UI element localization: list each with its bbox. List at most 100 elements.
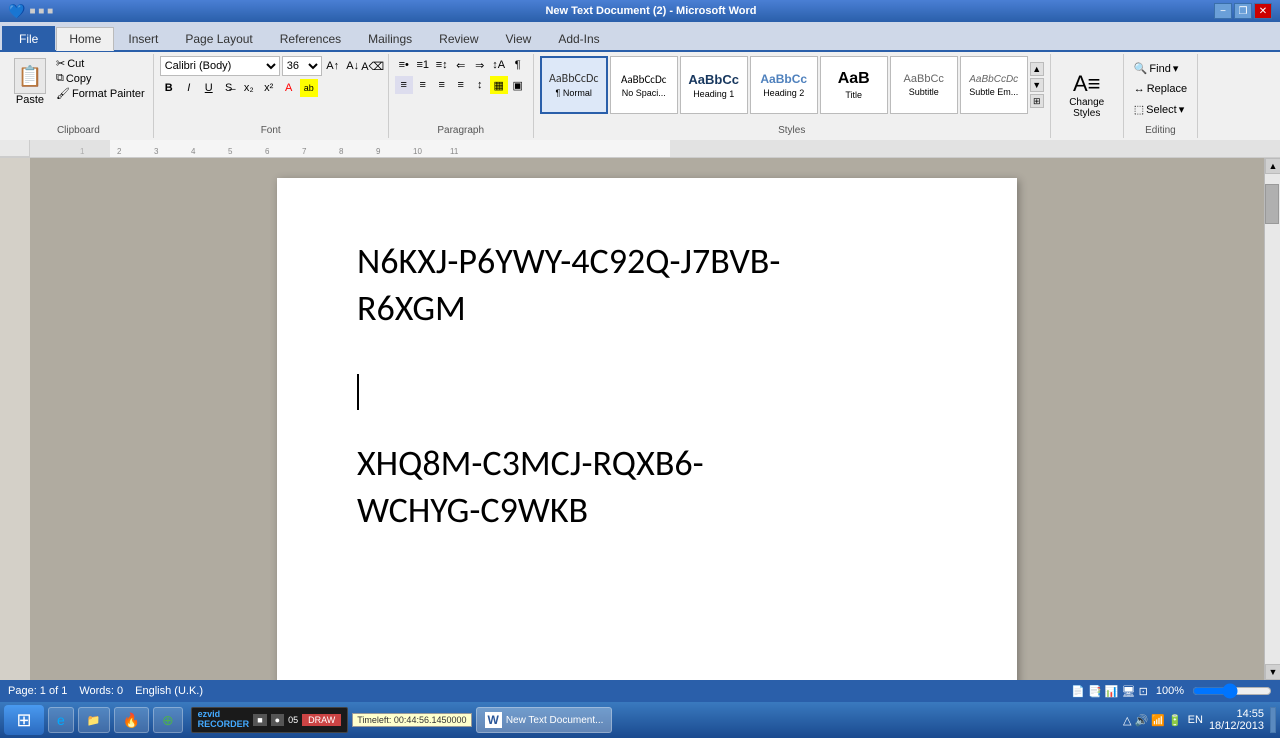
paste-button[interactable]: 📋 Paste	[10, 56, 50, 108]
style-subtle-em-button[interactable]: AaBbCcDc Subtle Em...	[960, 56, 1028, 114]
scroll-down-arrow[interactable]: ▼	[1265, 664, 1280, 680]
ezvid-tooltip: Timeleft: 00:44:56.1450000	[352, 713, 471, 727]
clock: 14:55 18/12/2013	[1209, 708, 1264, 732]
editing-group: 🔍 Find ▾ ↔ Replace ⬚ Select ▾ Editing	[1124, 54, 1198, 138]
minimize-button[interactable]: −	[1214, 3, 1232, 19]
restore-button[interactable]: ❐	[1234, 3, 1252, 19]
decrease-indent-button[interactable]: ⇐	[452, 56, 470, 74]
vertical-scrollbar[interactable]: ▲ ▼	[1264, 158, 1280, 680]
font-label: Font	[261, 125, 281, 136]
document-page[interactable]: N6KXJ-P6YWY-4C92Q-J7BVB- R6XGM XHQ8M-C3M…	[277, 178, 1017, 680]
show-formatting-button[interactable]: ¶	[509, 56, 527, 74]
svg-text:5: 5	[228, 147, 233, 156]
ezvid-rec-button[interactable]: ●	[271, 714, 284, 726]
ruler-corner	[0, 140, 30, 157]
svg-text:4: 4	[191, 147, 196, 156]
styles-scroll-down-button[interactable]: ▼	[1030, 78, 1044, 92]
align-center-button[interactable]: ≡	[414, 76, 432, 94]
svg-text:7: 7	[302, 147, 307, 156]
style-no-spacing-button[interactable]: AaBbCcDc No Spaci...	[610, 56, 678, 114]
tab-review[interactable]: Review	[426, 26, 491, 50]
style-subtitle-button[interactable]: AaBbCc Subtitle	[890, 56, 958, 114]
show-desktop-button[interactable]	[1270, 707, 1276, 733]
view-buttons: 📄 📑 📊 🖥 ⊡	[1071, 685, 1148, 698]
underline-button[interactable]: U	[200, 79, 218, 97]
line-spacing-button[interactable]: ↕	[471, 76, 489, 94]
increase-indent-button[interactable]: ⇒	[471, 56, 489, 74]
tab-references[interactable]: References	[267, 26, 354, 50]
font-size-select[interactable]: 36	[282, 56, 322, 76]
taskbar-ie[interactable]: e	[48, 707, 74, 733]
clear-format-button[interactable]: A⌫	[364, 57, 382, 75]
change-styles-button[interactable]: A≡ ChangeStyles	[1057, 69, 1117, 121]
shrink-font-button[interactable]: A↓	[344, 57, 362, 75]
tab-view[interactable]: View	[493, 26, 545, 50]
subscript-button[interactable]: x₂	[240, 79, 258, 97]
scroll-up-arrow[interactable]: ▲	[1265, 158, 1280, 174]
zoom-level: 100%	[1156, 685, 1184, 697]
ezvid-stop-button[interactable]: ■	[253, 714, 266, 726]
format-painter-icon: 🖌	[56, 87, 70, 100]
chrome-icon: ⊕	[162, 712, 174, 729]
borders-button[interactable]: ▣	[509, 76, 527, 94]
document-container[interactable]: N6KXJ-P6YWY-4C92Q-J7BVB- R6XGM XHQ8M-C3M…	[30, 158, 1264, 680]
taskbar-word[interactable]: W New Text Document...	[476, 707, 613, 733]
paste-label: Paste	[16, 94, 44, 106]
find-button[interactable]: 🔍 Find ▾	[1130, 60, 1183, 77]
superscript-button[interactable]: x²	[260, 79, 278, 97]
font-group: Calibri (Body) 36 A↑ A↓ A⌫ B I U S̶ x₂ x…	[154, 54, 389, 138]
change-styles-group: A≡ ChangeStyles	[1051, 54, 1124, 138]
tab-page-layout[interactable]: Page Layout	[172, 26, 265, 50]
style-title-button[interactable]: AaB Title	[820, 56, 888, 114]
svg-text:9: 9	[376, 147, 381, 156]
replace-button[interactable]: ↔ Replace	[1130, 81, 1191, 97]
clipboard-group: 📋 Paste ✂ Cut ⧉ Copy 🖌	[4, 54, 154, 138]
taskbar-explorer[interactable]: 📁	[78, 707, 110, 733]
tab-addins[interactable]: Add-Ins	[545, 26, 612, 50]
select-button[interactable]: ⬚ Select ▾	[1130, 101, 1189, 118]
styles-label: Styles	[778, 125, 805, 136]
font-name-select[interactable]: Calibri (Body)	[160, 56, 280, 76]
strikethrough-button[interactable]: S̶	[220, 79, 238, 97]
close-button[interactable]: ✕	[1254, 3, 1272, 19]
tab-mailings[interactable]: Mailings	[355, 26, 425, 50]
cut-button[interactable]: ✂ Cut	[54, 56, 147, 71]
tray-icons: △ 🔊 📶 🔋	[1123, 714, 1182, 727]
italic-button[interactable]: I	[180, 79, 198, 97]
ezvid-draw-button[interactable]: DRAW	[302, 714, 341, 726]
multilevel-button[interactable]: ≡↕	[433, 56, 451, 74]
document-text-line1: N6KXJ-P6YWY-4C92Q-J7BVB-	[357, 238, 937, 285]
tab-home[interactable]: Home	[56, 27, 114, 51]
shading-button[interactable]: ▦	[490, 76, 508, 94]
style-normal-button[interactable]: AaBbCcDc ¶ Normal	[540, 56, 608, 114]
align-left-button[interactable]: ≡	[395, 76, 413, 94]
format-painter-button[interactable]: 🖌 Format Painter	[54, 86, 147, 101]
sort-button[interactable]: ↕A	[490, 56, 508, 74]
text-color-button[interactable]: A	[280, 79, 298, 97]
page-indicator: Page: 1 of 1	[8, 685, 67, 697]
highlight-button[interactable]: ab	[300, 79, 318, 97]
grow-font-button[interactable]: A↑	[324, 57, 342, 75]
scroll-track[interactable]	[1265, 174, 1280, 664]
bullets-button[interactable]: ≡•	[395, 56, 413, 74]
style-heading2-button[interactable]: AaBbCc Heading 2	[750, 56, 818, 114]
taskbar-chrome[interactable]: ⊕	[153, 707, 183, 733]
style-heading1-button[interactable]: AaBbCc Heading 1	[680, 56, 748, 114]
status-bar: Page: 1 of 1 Words: 0 English (U.K.) 📄 📑…	[0, 680, 1280, 702]
align-right-button[interactable]: ≡	[433, 76, 451, 94]
taskbar-firefox[interactable]: 🔥	[114, 707, 149, 733]
explorer-icon: 📁	[87, 714, 101, 727]
copy-button[interactable]: ⧉ Copy	[54, 71, 147, 86]
styles-expand-button[interactable]: ⊞	[1030, 94, 1044, 108]
bold-button[interactable]: B	[160, 79, 178, 97]
svg-text:2: 2	[117, 147, 122, 156]
tab-file[interactable]: File	[2, 26, 55, 50]
start-button[interactable]: ⊞	[4, 705, 44, 735]
justify-button[interactable]: ≡	[452, 76, 470, 94]
zoom-slider[interactable]	[1192, 683, 1272, 699]
styles-scroll-up-button[interactable]: ▲	[1030, 62, 1044, 76]
document-text-line4: WCHYG-C9WKB	[357, 487, 937, 534]
scroll-thumb[interactable]	[1265, 184, 1279, 224]
tab-insert[interactable]: Insert	[115, 26, 171, 50]
numbering-button[interactable]: ≡1	[414, 56, 432, 74]
